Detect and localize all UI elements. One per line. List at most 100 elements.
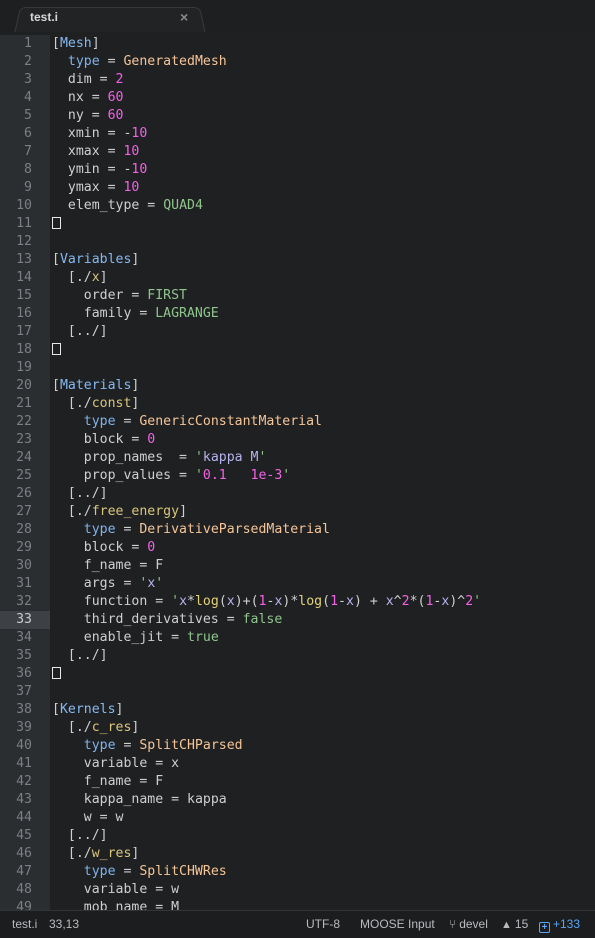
code-line[interactable]: 11 <box>0 215 595 233</box>
operator: = <box>147 900 172 910</box>
bracket: [ <box>52 702 60 717</box>
operator: = <box>115 864 140 879</box>
constant-value: QUAD4 <box>163 198 203 213</box>
code-editor[interactable]: 1 [Mesh] 2 type = GeneratedMesh 3 dim = 24 … <box>0 35 595 910</box>
code-line[interactable]: 26 [../] <box>0 485 595 503</box>
line-code: f_name = F <box>52 773 163 791</box>
code-line[interactable]: 19 <box>0 359 595 377</box>
code-line[interactable]: 8 ymin = -10 <box>0 161 595 179</box>
operator: *( <box>409 594 426 609</box>
tab-title[interactable]: test.i <box>30 10 58 24</box>
code-line[interactable]: 43 kappa_name = kappa <box>0 791 595 809</box>
bracket: ] <box>131 252 140 267</box>
code-line[interactable]: 20 [Materials] <box>0 377 595 395</box>
code-line[interactable]: 47 type = SplitCHWRes <box>0 863 595 881</box>
class-value: SplitCHParsed <box>139 738 243 753</box>
code-line[interactable]: 3 dim = 2 <box>0 71 595 89</box>
code-line[interactable]: 25 prop_values = '0.1 1e-3' <box>0 467 595 485</box>
code-line[interactable]: 45 [../] <box>0 827 595 845</box>
code-line[interactable]: 48 variable = w <box>0 881 595 899</box>
code-line[interactable]: 30 f_name = F <box>0 557 595 575</box>
identifier: args <box>83 576 116 591</box>
identifier: elem_type <box>67 198 140 213</box>
identifier: nx <box>67 90 84 105</box>
line-number: 18 <box>16 342 32 357</box>
code-line[interactable]: 5 ny = 60 <box>0 107 595 125</box>
code-line[interactable]: 34 enable_jit = true <box>0 629 595 647</box>
code-line[interactable]: 1 [Mesh] <box>0 35 595 53</box>
code-line[interactable]: 42 f_name = F <box>0 773 595 791</box>
class-value: SplitCHWRes <box>139 864 227 879</box>
code-line[interactable]: 7 xmax = 10 <box>0 143 595 161</box>
identifier: ymin <box>67 162 100 177</box>
code-line[interactable]: 4 nx = 60 <box>0 89 595 107</box>
code-line[interactable]: 22 type = GenericConstantMaterial <box>0 413 595 431</box>
line-code: prop_names = 'kappa M' <box>52 449 267 467</box>
status-encoding[interactable]: UTF-8 <box>306 917 340 931</box>
line-code: function = 'x*log(x)+(1-x)*log(1-x) + x^… <box>52 593 481 611</box>
code-line[interactable]: 12 <box>0 233 595 251</box>
status-branch[interactable]: ⑂ devel <box>449 917 488 931</box>
status-diff[interactable]: + +133 <box>539 917 580 933</box>
line-number: 1 <box>24 36 32 51</box>
line-code: [Kernels] <box>52 701 123 719</box>
identifier: ny <box>67 108 84 123</box>
code-line[interactable]: 31 args = 'x' <box>0 575 595 593</box>
operator: * <box>187 594 195 609</box>
line-code: [../] <box>52 485 108 503</box>
code-line[interactable]: 29 block = 0 <box>0 539 595 557</box>
code-line[interactable]: 49 mob_name = M <box>0 899 595 910</box>
code-line[interactable]: 41 variable = x <box>0 755 595 773</box>
line-number: 32 <box>16 594 32 609</box>
code-line[interactable]: 21 [./const] <box>0 395 595 413</box>
code-line[interactable]: 14 [./x] <box>0 269 595 287</box>
operator: = - <box>99 126 132 141</box>
code-line[interactable]: 18 <box>0 341 595 359</box>
code-line[interactable]: 40 type = SplitCHParsed <box>0 737 595 755</box>
class-value: GenericConstantMaterial <box>139 414 322 429</box>
code-line[interactable]: 9 ymax = 10 <box>0 179 595 197</box>
code-line[interactable]: 13 [Variables] <box>0 251 595 269</box>
code-line[interactable]: 15 order = FIRST <box>0 287 595 305</box>
code-line[interactable]: 16 family = LAGRANGE <box>0 305 595 323</box>
code-line[interactable]: 33 third_derivatives = false <box>0 611 595 629</box>
line-code: f_name = F <box>52 557 163 575</box>
status-syntax[interactable]: MOOSE Input <box>360 917 435 931</box>
code-line[interactable]: 44 w = w <box>0 809 595 827</box>
code-line[interactable]: 37 <box>0 683 595 701</box>
code-line[interactable]: 17 [../] <box>0 323 595 341</box>
code-line[interactable]: 46 [./w_res] <box>0 845 595 863</box>
identifier: f_name <box>83 558 132 573</box>
code-line[interactable]: 27 [./free_energy] <box>0 503 595 521</box>
code-line[interactable]: 38 [Kernels] <box>0 701 595 719</box>
line-number: 24 <box>16 450 32 465</box>
close-icon[interactable]: × <box>180 9 188 25</box>
identifier: third_derivatives <box>83 612 219 627</box>
line-number: 12 <box>16 234 32 249</box>
code-line[interactable]: 2 type = GeneratedMesh <box>0 53 595 71</box>
line-number: 35 <box>16 648 32 663</box>
line-number: 26 <box>16 486 32 501</box>
section-name: Kernels <box>59 702 116 717</box>
code-line[interactable]: 28 type = DerivativeParsedMaterial <box>0 521 595 539</box>
quote: ' <box>473 594 482 609</box>
code-line[interactable]: 36 <box>0 665 595 683</box>
string-value: kappa M <box>202 450 259 465</box>
operator: )+( <box>234 594 259 609</box>
code-line[interactable]: 10 elem_type = QUAD4 <box>0 197 595 215</box>
code-line[interactable]: 6 xmin = -10 <box>0 125 595 143</box>
line-number: 4 <box>24 90 32 105</box>
code-line[interactable]: 24 prop_names = 'kappa M' <box>0 449 595 467</box>
code-line[interactable]: 32 function = 'x*log(x)+(1-x)*log(1-x) +… <box>0 593 595 611</box>
status-cursor-position[interactable]: 33,13 <box>49 917 79 931</box>
code-line[interactable]: 39 [./c_res] <box>0 719 595 737</box>
code-line[interactable]: 23 block = 0 <box>0 431 595 449</box>
code-line[interactable]: 35 [../] <box>0 647 595 665</box>
status-ahead[interactable]: ▲ 15 <box>501 917 528 931</box>
